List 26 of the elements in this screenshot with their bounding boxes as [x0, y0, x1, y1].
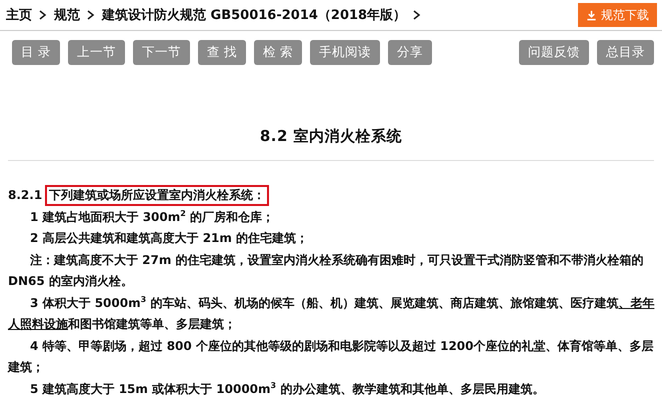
clause-item: 2 高层公共建筑和建筑高度大于 21m 的住宅建筑； [29, 230, 310, 247]
clause-item: 1 建筑占地面积大于 300m$^{2}$ 的厂房和仓库； [29, 208, 276, 226]
chevron-right-icon [87, 10, 95, 20]
toolbar-button[interactable]: 检 索 [254, 40, 302, 65]
toolbar-button[interactable]: 目 录 [12, 40, 60, 65]
breadcrumb-link[interactable]: 建筑设计防火规范 GB50016-2014（2018年版） [102, 6, 406, 24]
toolbar-button[interactable]: 查 找 [198, 40, 246, 65]
clause-item: 3 体积大于 5000m$^{3}$ 的车站、码头、机场的候车（船、机）建筑、展览建筑、商店建筑、旅馆建筑、医疗建筑、老年人照料设施和图书馆建筑等单、多层建筑； [8, 294, 656, 333]
clause-number: 8.2.1 [8, 187, 42, 204]
toolbar-button[interactable]: 问题反馈 [519, 40, 589, 65]
download-button[interactable]: 规范下载 [578, 3, 657, 27]
section-title: 8.2 室内消火栓系统 [258, 127, 404, 146]
clause-item: 注：建筑高度不大于 27m 的住宅建筑，设置室内消火栓系统确有困难时，可只设置干式消防竖管和不带消火栓箱的 DN65 的室内消火栓。 [8, 252, 645, 290]
download-icon [586, 10, 597, 20]
toolbar-button[interactable]: 上一节 [68, 40, 125, 65]
toolbar-button[interactable]: 手机阅读 [310, 40, 380, 65]
toolbar-button[interactable]: 下一节 [132, 40, 190, 65]
clause-text: 下列建筑或场所应设置室内消火栓系统： [45, 185, 270, 206]
breadcrumb-link[interactable]: 主页 [6, 6, 32, 24]
breadcrumb-link[interactable]: 规范 [54, 6, 80, 24]
toolbar-button[interactable]: 总目录 [597, 40, 654, 65]
chevron-right-icon [413, 10, 422, 20]
toolbar-button[interactable]: 分享 [388, 40, 432, 65]
clause-item: 5 建筑高度大于 15m 或体积大于 10000m$^{3}$ 的办公建筑、教学建筑和其他单、多层民用建筑。 [29, 380, 546, 398]
clause-item: 4 特等、甲等剧场，超过 800 个座位的其他等级的剧场和电影院等以及超过 1200个座位的礼堂、体育馆等单、多层建筑； [8, 338, 655, 376]
chevron-right-icon [39, 10, 47, 20]
